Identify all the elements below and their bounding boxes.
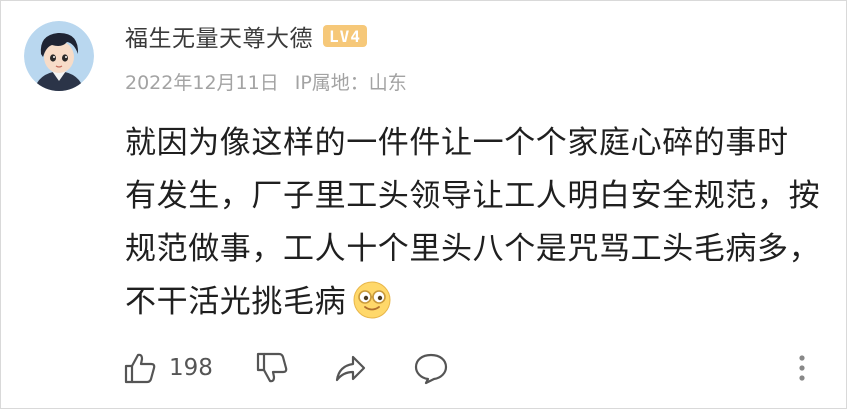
- comment-line: 规范做事，工人十个里头八个是咒骂工头毛病多，: [125, 231, 821, 267]
- share-button[interactable]: [333, 346, 367, 390]
- reply-icon: [413, 351, 449, 385]
- share-icon: [333, 351, 367, 385]
- like-count: 198: [169, 355, 213, 381]
- like-button[interactable]: 198: [123, 346, 213, 390]
- comment-line: 就因为像这样的一件件让一个个家庭心碎的事时: [125, 125, 789, 161]
- comment-line: 不干活光挑毛病: [125, 276, 815, 329]
- dislike-button[interactable]: [255, 346, 289, 390]
- action-bar: 198: [1, 346, 846, 390]
- smiling-face-with-glasses-emoji: [352, 280, 392, 320]
- comment-text: 就因为像这样的一件件让一个个家庭心碎的事时 有发生，厂子里工头领导让工人明白安全…: [125, 117, 821, 329]
- comment-line: 有发生，厂子里工头领导让工人明白安全规范，按: [125, 178, 821, 214]
- avatar-image: [24, 21, 94, 91]
- reply-button[interactable]: [413, 346, 449, 390]
- level-badge: LV4: [323, 25, 367, 47]
- comment-card: 福生无量天尊大德 LV4 2022年12月11日 IP属地：山东 就因为像这样的…: [0, 0, 847, 409]
- username[interactable]: 福生无量天尊大德: [125, 19, 313, 53]
- thumbs-up-icon: [123, 351, 157, 385]
- avatar[interactable]: [24, 21, 94, 91]
- comment-meta: 2022年12月11日 IP属地：山东: [125, 67, 407, 95]
- thumbs-down-icon: [255, 351, 289, 385]
- ip-location: IP属地：山东: [294, 71, 407, 94]
- comment-date: 2022年12月11日: [125, 71, 279, 94]
- more-icon: [796, 351, 808, 385]
- username-row: 福生无量天尊大德 LV4: [125, 19, 367, 53]
- comment-line-text: 不干活光挑毛病: [125, 284, 347, 320]
- more-button[interactable]: [796, 346, 808, 390]
